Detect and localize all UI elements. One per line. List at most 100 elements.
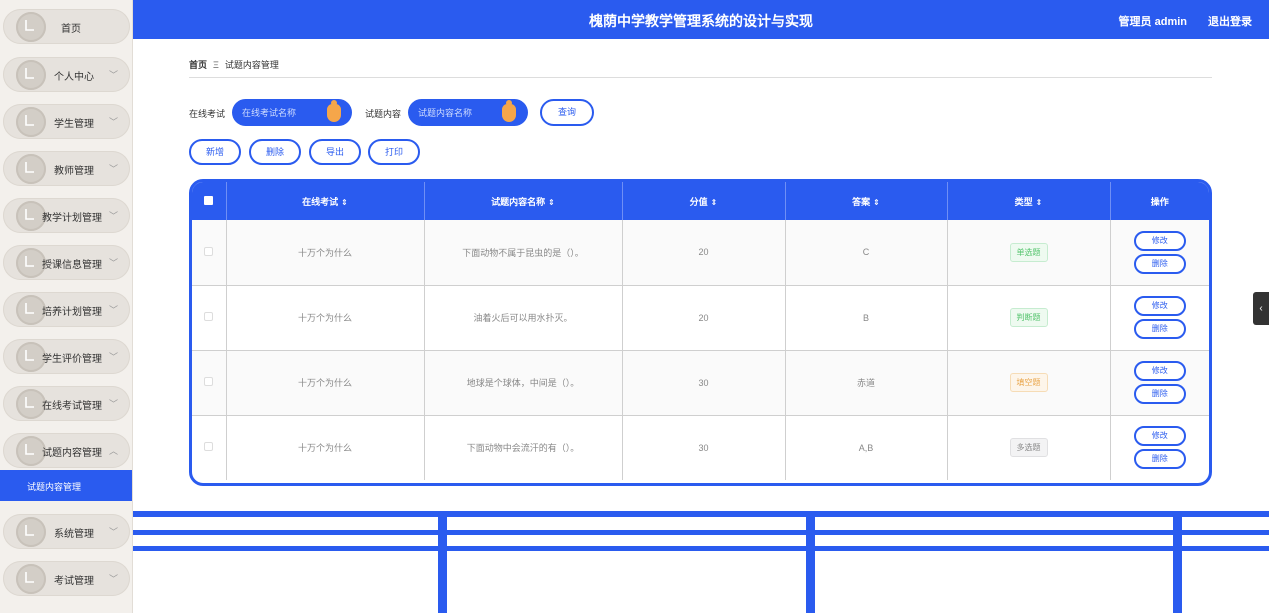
add-button[interactable]: 新增 [189,139,241,165]
delete-row-button[interactable]: 删除 [1133,384,1186,404]
sidebar-item-label: 首页 [61,24,81,35]
sort-icon[interactable]: ⇕ [1036,198,1043,207]
app-title: 槐荫中学教学管理系统的设计与实现 [589,13,813,29]
cell-exam: 十万个为什么 [226,350,425,416]
exam-search-knob-icon [327,100,341,122]
menu-knob-icon [16,517,46,547]
edit-button[interactable]: 修改 [1133,230,1186,251]
column-header-type[interactable]: 类型 ⇕ [947,182,1111,220]
chevron-down-icon: ﹀ [108,164,118,174]
sidebar-item[interactable]: 学生评价管理 ﹀ [3,339,130,374]
sidebar-item[interactable]: 试题内容管理 ︿ [3,433,130,468]
decor-bar [1173,515,1182,613]
cell-answer: 赤道 [785,350,948,416]
edit-button[interactable]: 修改 [1133,426,1186,447]
row-select-cell[interactable] [192,285,227,351]
breadcrumb: 首页 Ξ 试题内容管理 [189,58,279,71]
question-table: 在线考试 ⇕ 试题内容名称 ⇕ 分值 ⇕ 答案 ⇕ 类型 ⇕ 操作 十万个为什么 下面动物不… [189,179,1212,486]
sidebar-item[interactable]: 教学计划管理 ﹀ [3,198,130,233]
edit-button[interactable]: 修改 [1133,296,1186,316]
menu-knob-icon [16,12,46,42]
sidebar-item-label: 个人中心 [54,72,94,83]
sort-icon[interactable]: ⇕ [873,198,880,207]
menu-knob-icon [16,60,46,90]
sidebar-item-label: 试题内容管理 [42,448,102,459]
sidebar-item[interactable]: 培养计划管理 ﹀ [3,292,130,327]
export-button[interactable]: 导出 [309,139,361,165]
column-header-score[interactable]: 分值 ⇕ [622,182,786,220]
print-button[interactable]: 打印 [368,139,420,165]
chevron-down-icon: ﹀ [108,352,118,362]
chevron-down-icon: ﹀ [108,305,118,315]
sidebar-item-label: 学生管理 [54,119,94,130]
sidebar-item-label: 考试管理 [54,576,94,587]
cell-actions: 修改 删除 [1110,350,1209,416]
row-checkbox[interactable] [204,246,214,256]
query-button[interactable]: 查询 [540,99,594,126]
column-header-actions: 操作 [1150,196,1169,207]
sidebar-item[interactable]: 在线考试管理 ﹀ [3,386,130,421]
collapse-tab-chevron-left-icon[interactable]: ‹ [1253,292,1269,325]
breadcrumb-home[interactable]: 首页 [189,60,207,70]
cell-name: 地球是个球体，中间是（）。 [424,350,623,416]
cell-answer: A,B [785,415,948,480]
row-checkbox[interactable] [204,312,214,321]
decor-bar [806,515,815,613]
column-header-name[interactable]: 试题内容名称 ⇕ [424,182,623,220]
column-header-answer[interactable]: 答案 ⇕ [785,182,948,220]
sidebar-item[interactable]: 个人中心 ﹀ [3,57,130,92]
sidebar-item[interactable]: 首页 [3,9,130,44]
sidebar-item[interactable]: 系统管理 ﹀ [3,514,130,549]
cell-answer: B [785,285,948,351]
exam-search-label: 在线考试 [189,109,226,119]
chevron-down-icon: ﹀ [108,258,118,268]
table-row: 十万个为什么 下面动物不属于昆虫的是（）。 20 C 单选题 修改 删除 [192,220,1209,286]
sidebar-item-label: 教学计划管理 [42,213,102,224]
menu-knob-icon [16,107,46,137]
sort-icon[interactable]: ⇕ [711,198,718,207]
cell-actions: 修改 删除 [1110,220,1209,286]
batch-delete-button[interactable]: 删除 [249,139,301,165]
row-select-cell[interactable] [192,415,227,480]
table-row: 十万个为什么 下面动物中会流汗的有（）。 30 A,B 多选题 修改 删除 [192,415,1209,480]
decor-bar [133,546,1269,551]
row-checkbox[interactable] [204,442,214,452]
cell-answer: C [785,220,948,286]
logout-link[interactable]: 退出登录 [1208,13,1252,29]
sidebar-item-label: 在线考试管理 [42,401,102,412]
sidebar-item-label: 授课信息管理 [42,260,102,271]
cell-score: 20 [622,285,786,351]
delete-row-button[interactable]: 删除 [1133,449,1186,470]
sidebar-subitem-label: 试题内容管理 [27,482,82,492]
delete-row-button[interactable]: 删除 [1133,253,1186,274]
sidebar-item[interactable]: 授课信息管理 ﹀ [3,245,130,280]
chevron-down-icon: ﹀ [108,117,118,127]
table-row: 十万个为什么 油着火后可以用水扑灭。 20 B 判断题 修改 删除 [192,285,1209,351]
decor-bar [438,515,447,613]
chevron-down-icon: ﹀ [108,70,118,80]
sidebar-item[interactable]: 学生管理 ﹀ [3,104,130,139]
sidebar-item[interactable]: 考试管理 ﹀ [3,561,130,596]
row-select-cell[interactable] [192,220,227,286]
cell-exam: 十万个为什么 [226,415,425,480]
sort-icon[interactable]: ⇕ [341,198,348,207]
sidebar-subitem-active[interactable]: 试题内容管理 [0,470,132,501]
content-search-label: 试题内容 [365,109,402,119]
select-all-cell[interactable] [192,182,227,220]
breadcrumb-divider [189,77,1212,78]
type-tag: 多选题 [1009,438,1048,458]
column-header-exam[interactable]: 在线考试 ⇕ [226,182,425,220]
type-tag: 填空题 [1009,373,1048,392]
sidebar-item[interactable]: 教师管理 ﹀ [3,151,130,186]
content-search-knob-icon [502,100,516,122]
select-all-checkbox[interactable] [204,195,214,205]
sort-icon[interactable]: ⇕ [548,198,555,207]
row-select-cell[interactable] [192,350,227,416]
cell-actions: 修改 删除 [1110,285,1209,351]
chevron-up-icon: ︿ [108,446,118,456]
cell-score: 20 [622,220,786,286]
row-checkbox[interactable] [204,377,214,386]
chevron-down-icon: ﹀ [108,399,118,409]
delete-row-button[interactable]: 删除 [1133,319,1186,339]
edit-button[interactable]: 修改 [1133,361,1186,381]
